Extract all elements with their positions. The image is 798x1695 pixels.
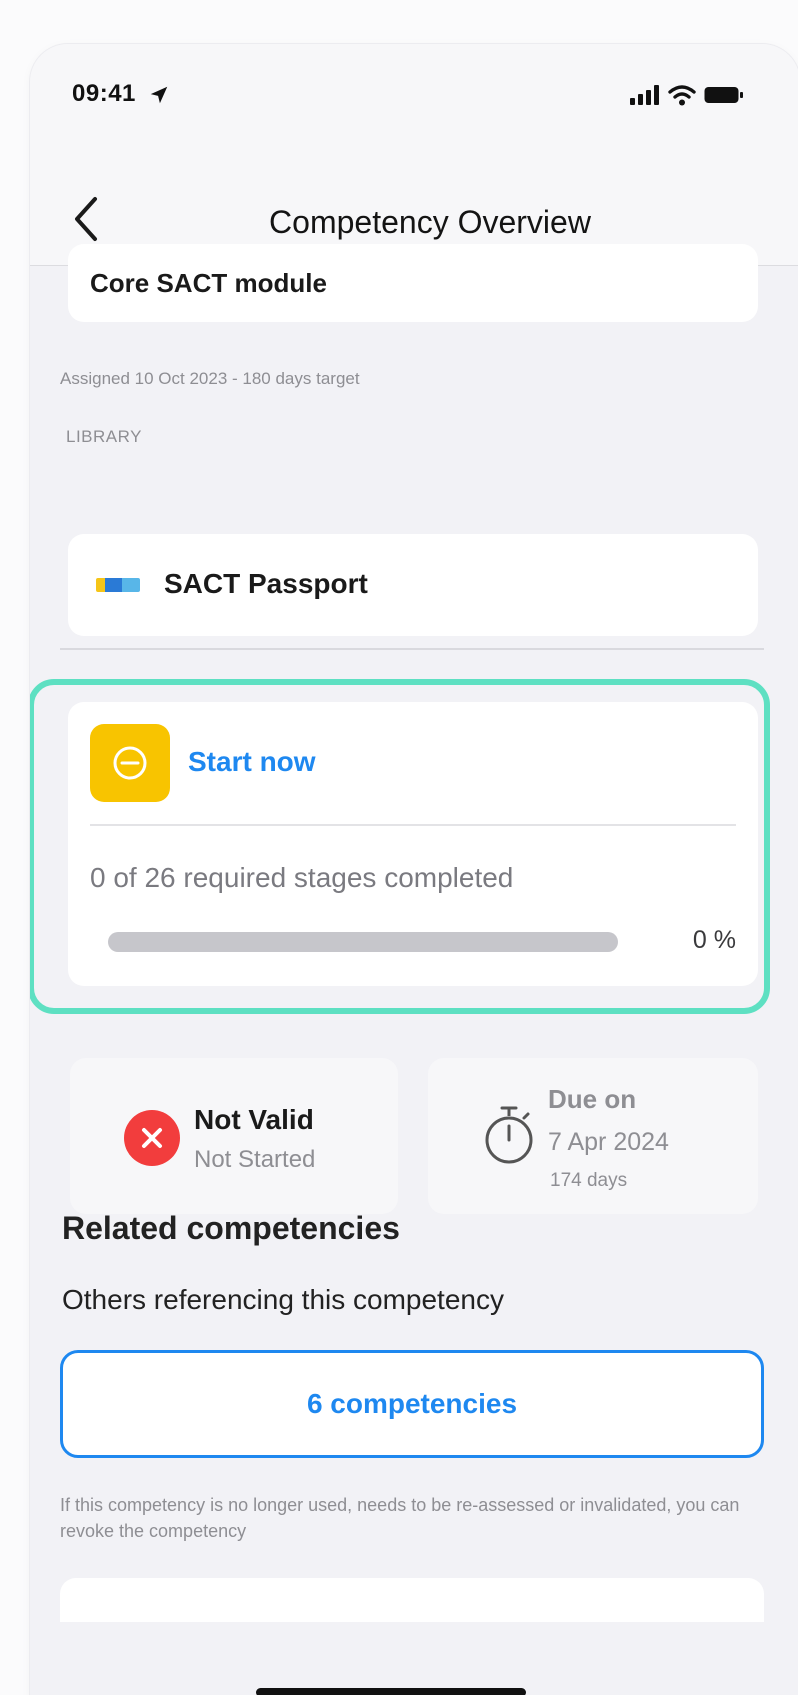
card-divider	[90, 824, 736, 826]
module-card[interactable]: Core SACT module	[68, 244, 758, 322]
related-heading: Related competencies	[62, 1210, 400, 1246]
days-remaining: 174 days	[550, 1170, 628, 1191]
assigned-info: Assigned 10 Oct 2023 - 180 days target	[60, 369, 360, 388]
x-circle-icon	[124, 1110, 180, 1166]
wifi-icon	[668, 85, 696, 106]
location-arrow-icon	[150, 86, 168, 104]
status-time: 09:41	[72, 80, 136, 107]
stopwatch-icon	[485, 1106, 533, 1164]
phone-screen: 09:41 Competency Overview Core SACT modu…	[30, 44, 798, 1695]
revoke-note: If this competency is no longer used, ne…	[60, 1495, 740, 1541]
related-subheading: Others referencing this competency	[62, 1284, 504, 1315]
cellular-signal-icon	[630, 85, 659, 105]
minus-circle-icon	[113, 746, 147, 780]
library-name: SACT Passport	[164, 568, 368, 599]
library-logo-icon	[96, 578, 140, 592]
status-icons	[630, 84, 744, 106]
related-competencies-button[interactable]: 6 competencies	[60, 1350, 764, 1458]
home-indicator[interactable]	[256, 1688, 526, 1695]
due-label: Due on	[548, 1084, 637, 1114]
due-date-tile: Due on 7 Apr 2024 174 days	[428, 1058, 758, 1214]
validity-substatus: Not Started	[194, 1146, 316, 1173]
section-divider	[60, 648, 764, 650]
status-badge	[90, 724, 170, 802]
status-bar: 09:41	[30, 44, 798, 144]
progress-card: Start now 0 of 26 required stages comple…	[68, 702, 758, 986]
battery-icon	[704, 87, 743, 103]
library-card[interactable]: SACT Passport	[68, 534, 758, 636]
library-label: LIBRARY	[66, 427, 142, 446]
validity-status: Not Valid	[194, 1104, 314, 1135]
progress-bar	[108, 932, 618, 952]
stages-progress-text: 0 of 26 required stages completed	[90, 862, 514, 893]
due-date: 7 Apr 2024	[548, 1128, 669, 1156]
validity-tile: Not Valid Not Started	[70, 1058, 398, 1214]
x-mark-icon	[142, 1128, 162, 1148]
progress-percent: 0 %	[692, 926, 736, 954]
start-now-button[interactable]: Start now	[188, 746, 316, 778]
page-title: Competency Overview	[269, 204, 591, 240]
module-name: Core SACT module	[90, 268, 327, 298]
bottom-safe-area	[30, 1622, 798, 1695]
